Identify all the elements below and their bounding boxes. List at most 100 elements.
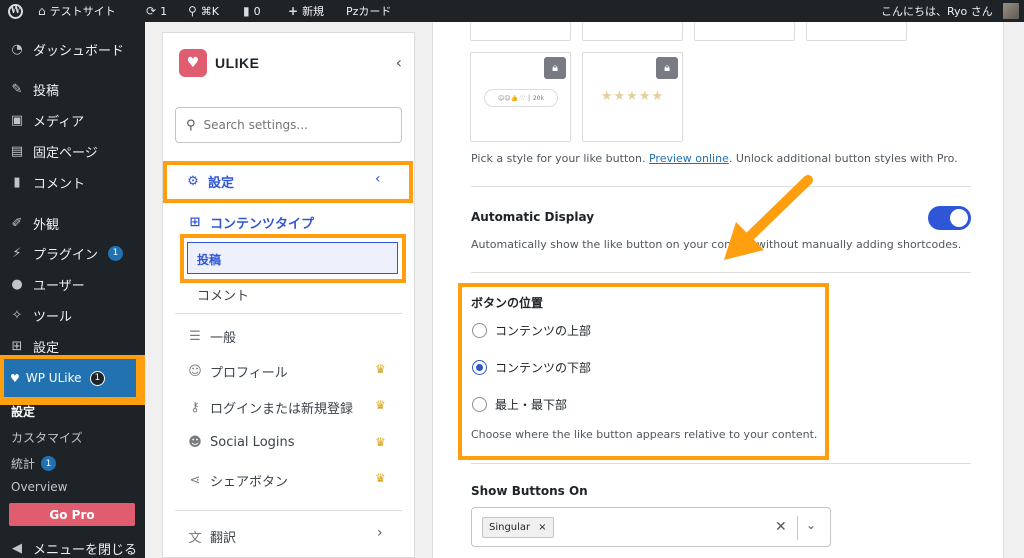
settings-icon: ⊞ (11, 338, 23, 354)
admin-bar: W ⌂ テストサイト ⟳ 1 ⚲ ⌘K ▮ 0 + 新規 Pzカード こんにちは… (0, 0, 1024, 22)
crown-icon: ♛ (375, 471, 386, 485)
nav-label: コンテンツタイプ (210, 217, 315, 232)
chevron-right-icon[interactable]: › (377, 525, 383, 541)
menu-label: プラグイン (33, 247, 99, 263)
divider (175, 510, 402, 511)
tag-label: Singular (489, 522, 531, 533)
menu-label: WP ULike (25, 371, 82, 385)
radio-button[interactable] (472, 397, 487, 412)
toggle-knob (950, 209, 968, 227)
nav-settings[interactable]: ⚙ 設定 (186, 172, 234, 191)
nav-profile[interactable]: ☺ プロフィール (188, 362, 288, 381)
nav-login[interactable]: ⚷ ログインまたは新規登録 (188, 398, 353, 417)
settings-search[interactable]: ⚲ (175, 107, 402, 143)
sliders-icon: ☰ (189, 329, 201, 344)
updates-link[interactable]: ⟳ 1 (146, 0, 167, 22)
tag-remove-icon[interactable]: × (538, 522, 546, 533)
pin-icon: ✎ (11, 81, 23, 97)
menu-posts[interactable]: ✎ 投稿 (0, 76, 145, 102)
clear-icon[interactable]: ✕ (775, 519, 787, 535)
grid-icon: ⊞ (189, 215, 201, 230)
search-icon: ⚲ (186, 117, 196, 133)
nav-label: 投稿 (197, 253, 222, 267)
emoji-preview: ☺☺👍 ♡ │ 20k (484, 89, 558, 107)
site-name-link[interactable]: ⌂ テストサイト (38, 0, 116, 22)
style-tile[interactable] (694, 22, 795, 41)
wordpress-logo-icon: W (8, 3, 23, 19)
radio-position-bottom[interactable]: コンテンツの下部 (472, 359, 591, 376)
menu-label: 設定 (33, 340, 60, 356)
menu-plugins[interactable]: ⚡ プラグイン 1 (0, 240, 145, 266)
wp-admin-sidebar: ◔ ダッシュボード ✎ 投稿 ▣ メディア ▤ 固定ページ ▮ コメント ✐ 外観 ⚡ プラグ… (0, 22, 145, 558)
panel-collapse-icon[interactable]: ‹ (396, 53, 402, 72)
menu-tools[interactable]: ✧ ツール (0, 302, 145, 328)
submenu-stats[interactable]: 統計 1 (11, 455, 57, 472)
style-tile-stars[interactable]: 🔒︎ ★★★★★ (582, 52, 683, 142)
updates-count: 1 (160, 4, 168, 18)
nav-comments[interactable]: コメント (197, 285, 249, 304)
submenu-customize[interactable]: カスタマイズ (11, 429, 83, 446)
menu-media[interactable]: ▣ メディア (0, 107, 145, 133)
chevron-down-icon[interactable]: ⌄ (806, 518, 816, 532)
settings-search-input[interactable] (203, 118, 384, 132)
ulike-logo-icon: ♥ (179, 49, 207, 77)
nav-label: プロフィール (210, 366, 288, 381)
nav-general[interactable]: ☰ 一般 (188, 327, 236, 346)
chevron-left-icon[interactable]: ‹ (375, 171, 381, 187)
radio-button-checked[interactable] (472, 360, 487, 375)
person-icon: ☺ (188, 364, 202, 379)
new-label: 新規 (302, 5, 325, 18)
stats-badge: 1 (41, 456, 57, 471)
nav-share[interactable]: ⋖ シェアボタン (188, 471, 288, 490)
pz-card-link[interactable]: Pzカード (346, 0, 391, 22)
new-content-link[interactable]: + 新規 (288, 0, 324, 22)
style-tile[interactable] (470, 22, 571, 41)
menu-label: 投稿 (33, 83, 60, 99)
translate-icon: 文 (188, 531, 202, 546)
style-tile[interactable] (582, 22, 683, 41)
submenu-overview[interactable]: Overview (11, 480, 68, 494)
nav-posts[interactable]: 投稿 (187, 242, 398, 274)
menu-appearance[interactable]: ✐ 外観 (0, 210, 145, 236)
nav-social-logins[interactable]: ☻ Social Logins (188, 435, 294, 450)
menu-comments[interactable]: ▮ コメント (0, 169, 145, 195)
radio-label: 最上・最下部 (495, 398, 568, 412)
submenu-settings[interactable]: 設定 (11, 403, 35, 420)
wp-logo-menu[interactable]: W (8, 0, 23, 22)
collapse-icon: ◀ (12, 540, 22, 556)
menu-label: ツール (33, 309, 73, 325)
desc-text: Pick a style for your like button. (471, 152, 649, 165)
annotation-arrow (724, 175, 813, 260)
style-tile-emoji[interactable]: 🔒︎ ☺☺👍 ♡ │ 20k (470, 52, 571, 142)
appearance-icon: ✐ (11, 215, 23, 231)
auto-display-toggle[interactable] (928, 206, 971, 230)
collapse-menu-button[interactable]: ◀ メニューを閉じる (0, 535, 145, 558)
nav-content-types[interactable]: ⊞ コンテンツタイプ (188, 213, 314, 232)
submenu-label: 統計 (11, 457, 36, 471)
pz-label: Pzカード (346, 5, 392, 18)
radio-position-top[interactable]: コンテンツの上部 (472, 322, 591, 339)
menu-wp-ulike[interactable]: ♥ WP ULike 1 (4, 359, 136, 397)
greeting: こんにちは、Ryo さん (881, 5, 993, 18)
ulike-heart-icon: ♥ (10, 371, 20, 385)
style-tile[interactable] (806, 22, 907, 41)
account-menu[interactable]: こんにちは、Ryo さん (881, 0, 1019, 22)
radio-position-both[interactable]: 最上・最下部 (472, 396, 567, 413)
menu-wp-ulike-highlight[interactable]: ♥ WP ULike 1 (0, 355, 145, 405)
search-shortcut[interactable]: ⚲ ⌘K (188, 0, 219, 22)
comments-link[interactable]: ▮ 0 (243, 0, 261, 22)
show-buttons-select[interactable]: Singular × ✕ ⌄ (471, 507, 831, 547)
dashboard-icon: ◔ (11, 41, 23, 57)
menu-users[interactable]: ● ユーザー (0, 271, 145, 297)
menu-pages[interactable]: ▤ 固定ページ (0, 138, 145, 164)
lock-icon: 🔒︎ (656, 57, 678, 79)
radio-button[interactable] (472, 323, 487, 338)
go-pro-button[interactable]: Go Pro (9, 503, 135, 526)
nav-translate[interactable]: 文 翻訳 (188, 527, 236, 546)
menu-label: メニューを閉じる (33, 542, 138, 558)
avatar (1002, 3, 1019, 19)
menu-dashboard[interactable]: ◔ ダッシュボード (0, 36, 145, 62)
ulike-badge: 1 (89, 370, 106, 386)
select-divider (797, 516, 798, 540)
nav-label: 一般 (210, 331, 237, 346)
